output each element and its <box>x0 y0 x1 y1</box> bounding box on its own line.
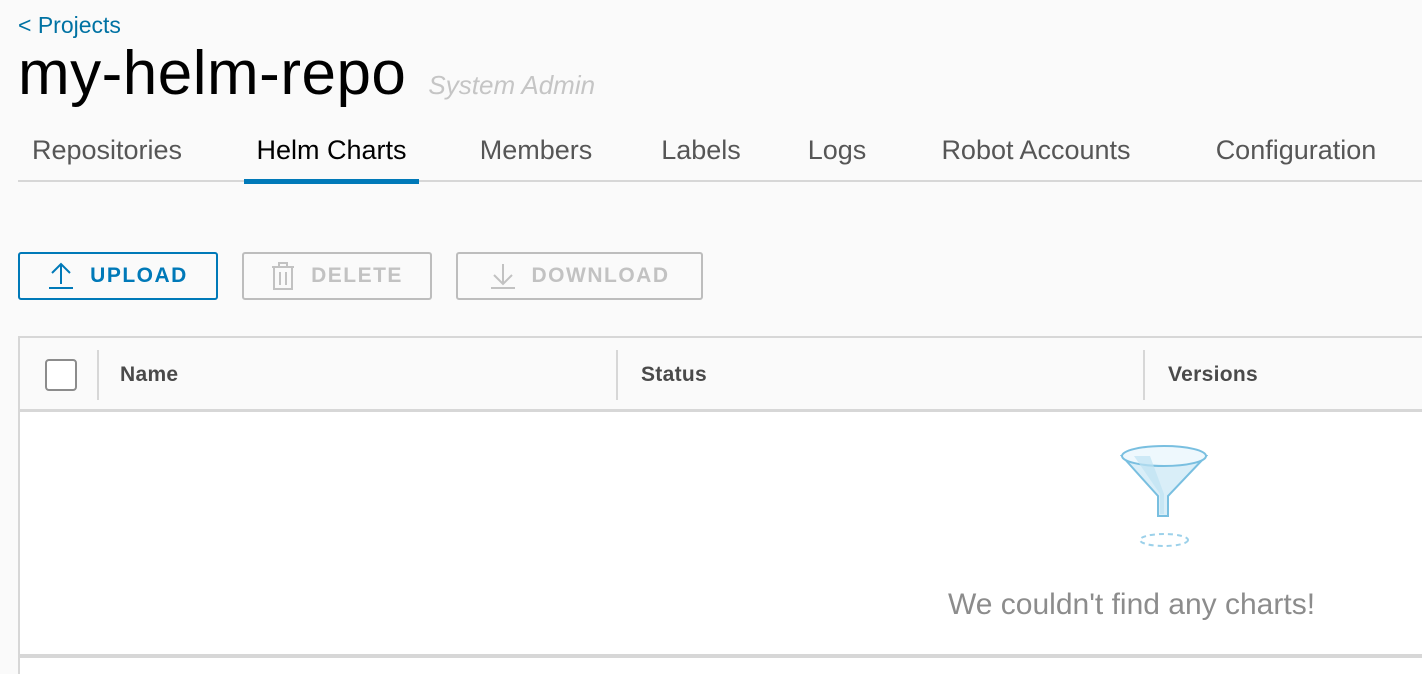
tab-members[interactable]: Members <box>470 118 602 182</box>
download-icon <box>490 262 516 290</box>
column-header-versions[interactable]: Versions <box>1168 338 1418 412</box>
tab-robot-accounts[interactable]: Robot Accounts <box>926 118 1146 182</box>
column-separator[interactable] <box>616 350 618 400</box>
funnel-icon <box>1119 444 1209 553</box>
project-tabs: Repositories Helm Charts Members Labels … <box>18 118 1422 184</box>
upload-icon <box>48 262 74 290</box>
tab-configuration[interactable]: Configuration <box>1202 118 1390 182</box>
delete-label: DELETE <box>311 264 403 287</box>
column-header-status[interactable]: Status <box>641 338 1141 412</box>
delete-button[interactable]: DELETE <box>242 252 432 300</box>
breadcrumb-projects-link[interactable]: < Projects <box>18 12 121 39</box>
download-label: DOWNLOAD <box>531 264 670 287</box>
column-separator <box>97 350 99 400</box>
column-separator[interactable] <box>1143 350 1145 400</box>
project-page: < Projects my-helm-repo System Admin Rep… <box>0 0 1422 674</box>
upload-button[interactable]: UPLOAD <box>18 252 218 300</box>
select-all-checkbox[interactable] <box>45 359 77 391</box>
tab-helm-charts[interactable]: Helm Charts <box>244 118 419 184</box>
page-header: my-helm-repo System Admin <box>18 38 595 109</box>
download-button[interactable]: DOWNLOAD <box>456 252 703 300</box>
tab-labels[interactable]: Labels <box>654 118 748 182</box>
upload-label: UPLOAD <box>90 264 188 287</box>
page-title: my-helm-repo <box>18 39 407 108</box>
column-header-name[interactable]: Name <box>120 338 610 412</box>
tab-repositories[interactable]: Repositories <box>18 118 196 182</box>
tab-logs[interactable]: Logs <box>801 118 873 182</box>
trash-icon <box>271 262 295 290</box>
role-badge: System Admin <box>428 70 596 100</box>
empty-placeholder: We couldn't find any charts! <box>20 412 1422 658</box>
datagrid-header: Name Status Versions <box>20 338 1422 412</box>
datagrid-footer <box>20 654 1422 658</box>
charts-datagrid: Name Status Versions We couldn't find an… <box>18 336 1422 674</box>
empty-message: We couldn't find any charts! <box>948 588 1316 621</box>
